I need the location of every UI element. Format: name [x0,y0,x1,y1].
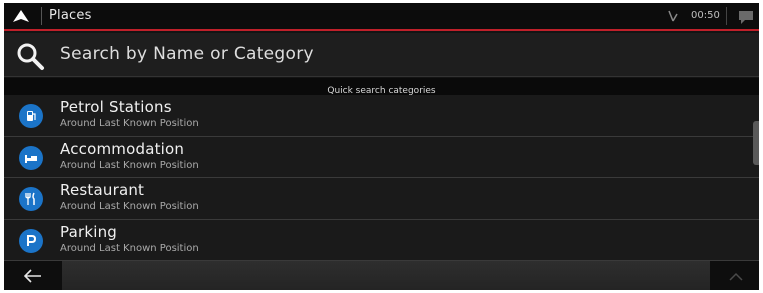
parking-icon [19,228,43,253]
message-icon[interactable] [737,9,755,25]
list-item-title: Accommodation [60,139,185,158]
page-title: Places [49,8,92,23]
gps-status-icon [668,10,678,22]
bed-icon [19,145,43,170]
bottom-bar [4,261,759,290]
list-item-title: Restaurant [60,181,145,199]
category-list: Petrol Stations Around Last Known Positi… [4,95,759,261]
list-item-subtitle: Around Last Known Position [60,201,199,212]
scroll-up-icon [729,272,743,281]
list-item-subtitle: Around Last Known Position [60,159,199,171]
list-item-subtitle: Around Last Known Position [60,242,199,254]
scroll-up-button[interactable] [712,261,759,290]
fuel-pump-icon [19,104,43,128]
title-bar: Places 00:50 [4,3,759,31]
bottom-bar-panel [62,261,710,290]
clock: 00:50 [691,10,720,21]
back-arrow-icon [24,269,41,283]
search-icon [17,43,44,70]
fork-knife-icon [19,187,43,211]
app-screen: Places 00:50 Search by Name or Category … [4,3,759,290]
navigation-arrow-icon[interactable] [12,9,30,23]
status-divider [726,7,727,25]
list-item-parking[interactable]: Parking Around Last Known Position [4,219,759,261]
title-divider [41,7,42,25]
list-item-petrol-stations[interactable]: Petrol Stations Around Last Known Positi… [4,95,759,137]
search-input[interactable]: Search by Name or Category [60,44,314,64]
list-item-restaurant[interactable]: Restaurant Around Last Known Position [4,178,759,220]
back-button[interactable] [4,261,60,290]
scrollbar-handle[interactable] [753,121,759,165]
search-bar[interactable]: Search by Name or Category [4,33,759,77]
list-item-subtitle: Around Last Known Position [60,118,199,129]
list-item-title: Petrol Stations [60,98,172,116]
list-item-title: Parking [60,222,118,241]
list-item-accommodation[interactable]: Accommodation Around Last Known Position [4,136,759,178]
section-header: Quick search categories [4,78,759,96]
